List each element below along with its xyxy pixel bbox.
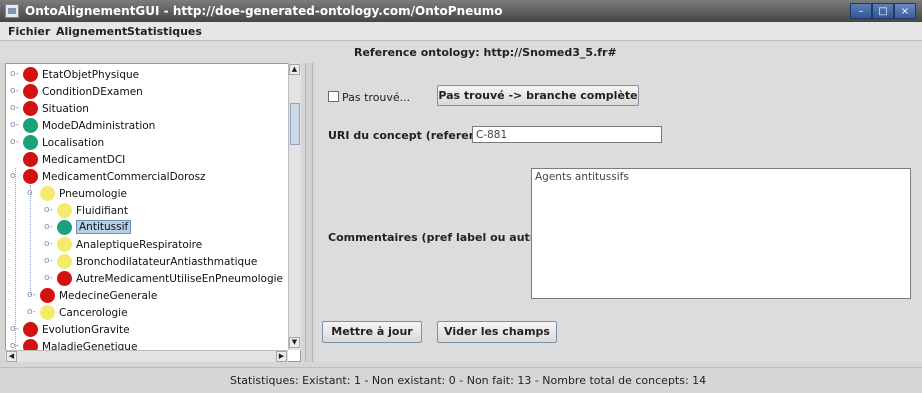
concept-status-icon (23, 118, 38, 133)
concept-status-icon (40, 186, 55, 201)
tree-node[interactable]: o- BronchodilatateurAntiasthmatique (44, 254, 300, 271)
tree-node[interactable]: o- EvolutionGravite (10, 322, 280, 339)
concept-status-icon (57, 237, 72, 252)
tree-toggle-icon[interactable]: o- (44, 257, 53, 266)
tree-node[interactable]: o- MedecineGenerale (27, 288, 297, 305)
app-icon (5, 4, 19, 18)
tree-toggle-icon[interactable]: o (10, 172, 19, 181)
tree-node-label[interactable]: BronchodilatateurAntiasthmatique (76, 256, 257, 268)
maximize-icon[interactable]: □ (872, 3, 894, 19)
tree-node-label[interactable]: Fluidifiant (76, 205, 128, 217)
concept-status-icon (57, 220, 72, 235)
concept-status-icon (40, 305, 55, 320)
concept-status-icon (23, 169, 38, 184)
scroll-right-icon[interactable]: ▶ (276, 351, 287, 362)
tree-toggle-icon[interactable]: o- (10, 87, 19, 96)
tree-node-label[interactable]: MedicamentCommercialDorosz (42, 171, 206, 183)
tree-node-label[interactable]: AnaleptiqueRespiratoire (76, 239, 202, 251)
menu-statistiques[interactable]: Statistiques (127, 25, 202, 38)
tree-vertical-scrollbar[interactable]: ▲ ▼ (288, 63, 301, 350)
menu-fichier[interactable]: Fichier (8, 25, 50, 38)
tree-node-label[interactable]: AutreMedicamentUtiliseEnPneumologie (76, 273, 283, 285)
concept-status-icon (23, 84, 38, 99)
reference-ontology-label: Reference ontology: http://Snomed3_5.fr# (354, 46, 617, 59)
status-bar: Statistiques: Existant: 1 - Non existant… (0, 367, 922, 393)
tree-toggle-icon[interactable]: o- (27, 308, 36, 317)
tree-node-label[interactable]: ModeDAdministration (42, 120, 155, 132)
tree-toggle-icon[interactable]: o- (27, 291, 36, 300)
tree-toggle-icon[interactable]: o- (44, 240, 53, 249)
concept-status-icon (23, 135, 38, 150)
reference-bar: Reference ontology: http://Snomed3_5.fr# (0, 41, 922, 63)
concept-status-icon (40, 288, 55, 303)
tree-node[interactable]: o- EtatObjetPhysique (10, 67, 280, 84)
tree-toggle-icon[interactable]: o- (10, 138, 19, 147)
tree-node[interactable]: o- Situation (10, 101, 280, 118)
vider-champs-button[interactable]: Vider les champs (437, 321, 557, 343)
tree-node[interactable]: o- Fluidifiant (44, 203, 300, 220)
pas-trouve-branche-button[interactable]: Pas trouvé -> branche complète (437, 85, 639, 106)
tree-node[interactable]: o MedicamentCommercialDorosz (10, 169, 280, 186)
tree-node-label[interactable]: EvolutionGravite (42, 324, 130, 336)
tree-node[interactable]: o- AutreMedicamentUtiliseEnPneumologie (44, 271, 300, 288)
ontology-tree[interactable]: o- EtatObjetPhysique o- ConditionDExamen o- S… (5, 63, 301, 362)
title-bar: OntoAlignementGUI - http://doe-generated… (0, 0, 922, 22)
tree-node-label[interactable]: MedicamentDCI (42, 154, 125, 166)
tree-node[interactable]: o- Localisation (10, 135, 280, 152)
statistics-text: Statistiques: Existant: 1 - Non existant… (230, 374, 707, 387)
tree-toggle-icon[interactable]: o (27, 189, 36, 198)
minimize-icon[interactable]: – (850, 3, 872, 19)
commentaires-textarea[interactable]: Agents antitussifs (531, 168, 911, 299)
tree-node[interactable]: o- AnaleptiqueRespiratoire (44, 237, 300, 254)
concept-status-icon (23, 152, 38, 167)
tree-node[interactable]: o Pneumologie (27, 186, 297, 203)
tree-toggle-icon[interactable]: o- (10, 70, 19, 79)
menu-alignement[interactable]: Alignement (56, 25, 127, 38)
tree-node[interactable]: o- Cancerologie (27, 305, 297, 322)
scroll-left-icon[interactable]: ◀ (6, 351, 17, 362)
window-controls: – □ × (850, 3, 916, 19)
tree-node-label[interactable]: Pneumologie (59, 188, 127, 200)
tree-toggle-icon[interactable]: o- (10, 121, 19, 130)
panel-splitter[interactable] (305, 63, 313, 362)
tree-node-label[interactable]: EtatObjetPhysique (42, 69, 139, 81)
pas-trouve-label: Pas trouvé... (342, 91, 411, 104)
scroll-down-icon[interactable]: ▼ (289, 337, 300, 348)
tree-horizontal-scrollbar[interactable]: ◀ ▶ (5, 350, 288, 362)
tree-node-label[interactable]: Localisation (42, 137, 104, 149)
close-icon[interactable]: × (894, 3, 916, 19)
tree-node-label[interactable]: Situation (42, 103, 89, 115)
scroll-thumb[interactable] (290, 103, 300, 145)
tree-node-label[interactable]: Antitussif (76, 220, 132, 234)
tree-node[interactable]: o- Antitussif (44, 220, 300, 237)
concept-status-icon (23, 67, 38, 82)
tree-toggle-icon[interactable] (10, 155, 19, 164)
tree-node[interactable]: o- ConditionDExamen (10, 84, 280, 101)
concept-status-icon (23, 101, 38, 116)
tree-toggle-icon[interactable]: o- (44, 206, 53, 215)
tree-toggle-icon[interactable]: o- (10, 104, 19, 113)
tree-toggle-icon[interactable]: o- (44, 274, 53, 283)
pas-trouve-checkbox[interactable] (328, 91, 339, 102)
menu-bar: Fichier Alignement Statistiques (0, 22, 922, 41)
tree-toggle-icon[interactable]: o- (44, 223, 53, 232)
tree-node-label[interactable]: ConditionDExamen (42, 86, 143, 98)
tree-node-label[interactable]: Cancerologie (59, 307, 128, 319)
commentaires-label: Commentaires (pref label ou autres): (328, 231, 559, 244)
scroll-up-icon[interactable]: ▲ (289, 64, 300, 75)
tree-node[interactable]: MedicamentDCI (10, 152, 280, 169)
concept-status-icon (57, 203, 72, 218)
concept-status-icon (57, 254, 72, 269)
uri-field[interactable]: C-881 (472, 126, 662, 143)
tree-toggle-icon[interactable]: o- (10, 325, 19, 334)
mettre-a-jour-button[interactable]: Mettre à jour (322, 321, 422, 343)
tree-node-label[interactable]: MedecineGenerale (59, 290, 157, 302)
concept-status-icon (57, 271, 72, 286)
concept-status-icon (23, 322, 38, 337)
tree-node[interactable]: o- ModeDAdministration (10, 118, 280, 135)
window-title: OntoAlignementGUI - http://doe-generated… (25, 4, 503, 18)
